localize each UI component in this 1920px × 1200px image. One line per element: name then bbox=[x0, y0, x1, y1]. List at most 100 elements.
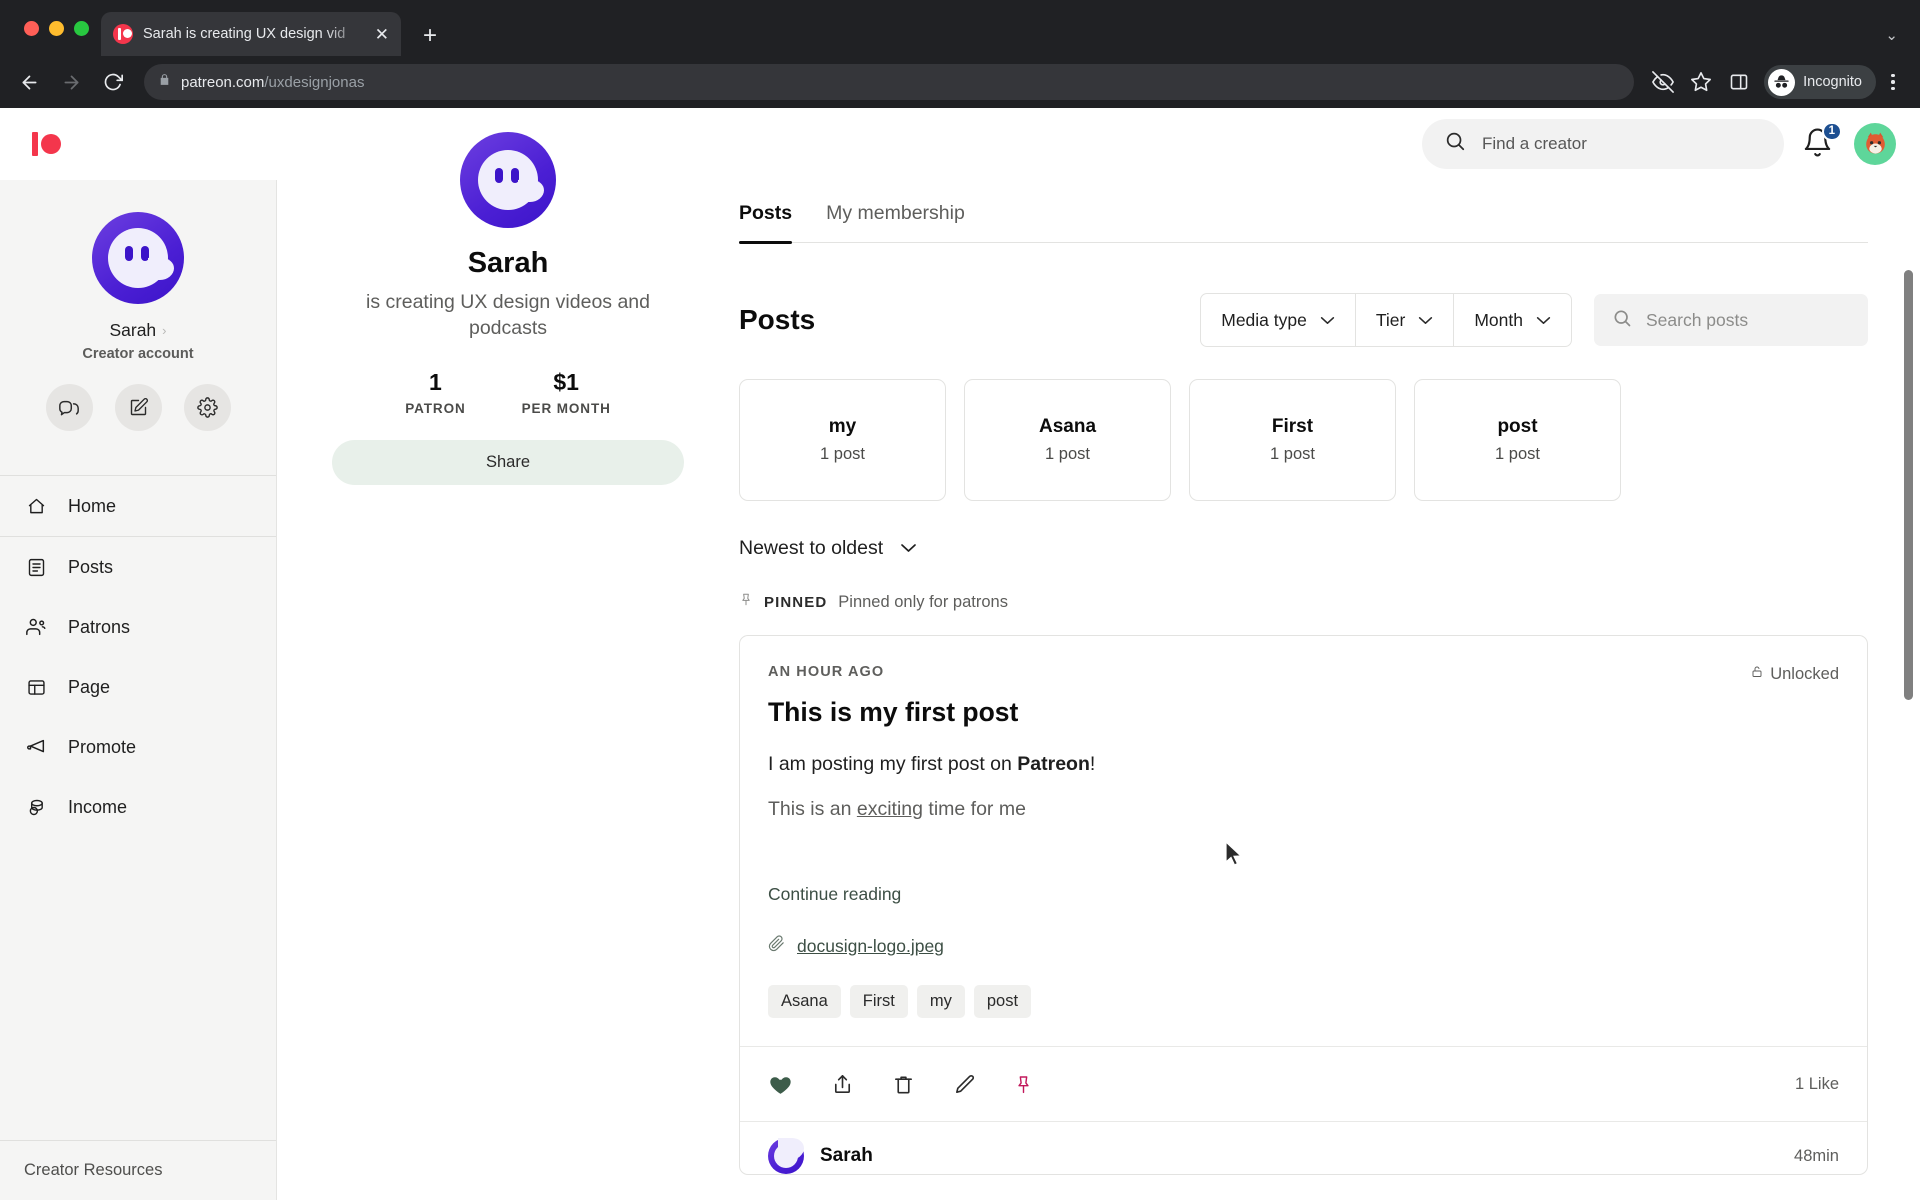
browser-tab[interactable]: Sarah is creating UX design vid ✕ bbox=[101, 12, 401, 56]
creator-search-input[interactable] bbox=[1482, 133, 1762, 154]
sidebar-item-posts[interactable]: Posts bbox=[0, 537, 276, 597]
paperclip-icon bbox=[768, 935, 785, 957]
comment-author[interactable]: Sarah bbox=[820, 1145, 873, 1167]
tag-card[interactable]: Asana 1 post bbox=[964, 379, 1171, 501]
filter-media-type[interactable]: Media type bbox=[1201, 294, 1356, 346]
post-p1-bold: Patreon bbox=[1017, 753, 1090, 775]
tag-chip[interactable]: Asana bbox=[768, 985, 841, 1018]
delete-button[interactable] bbox=[892, 1073, 915, 1096]
back-button[interactable] bbox=[10, 63, 48, 101]
gear-icon[interactable] bbox=[183, 384, 231, 431]
home-icon bbox=[24, 496, 48, 517]
tag-card[interactable]: First 1 post bbox=[1189, 379, 1396, 501]
filter-tier[interactable]: Tier bbox=[1356, 294, 1455, 346]
side-panel-icon[interactable] bbox=[1722, 65, 1756, 99]
scrollbar-thumb[interactable] bbox=[1904, 270, 1913, 700]
scrollbar[interactable] bbox=[1904, 108, 1916, 1128]
edit-button[interactable] bbox=[953, 1073, 976, 1096]
search-posts-input[interactable] bbox=[1646, 309, 1850, 331]
sidebar-item-promote[interactable]: Promote bbox=[0, 717, 276, 777]
filters: Media type Tier Month bbox=[1200, 293, 1868, 347]
post-timestamp: AN HOUR AGO bbox=[768, 664, 885, 680]
megaphone-icon bbox=[24, 736, 48, 758]
pinned-note: Pinned only for patrons bbox=[838, 592, 1008, 611]
main-content: Posts My membership Posts Media type Tie… bbox=[739, 180, 1920, 1200]
notifications-button[interactable]: 1 bbox=[1802, 121, 1842, 161]
share-button[interactable]: Share bbox=[332, 439, 684, 485]
app-body: Sarah › Creator account Home Posts Patro… bbox=[0, 132, 1920, 1200]
close-window-button[interactable] bbox=[24, 20, 39, 36]
tag-chip[interactable]: First bbox=[849, 985, 908, 1018]
chevron-down-icon bbox=[1418, 313, 1433, 328]
profile-button[interactable]: Incognito bbox=[1764, 65, 1876, 99]
unlock-icon bbox=[1751, 664, 1763, 684]
tag-card[interactable]: my 1 post bbox=[739, 379, 946, 501]
tab-posts[interactable]: Posts bbox=[739, 202, 793, 244]
creator-resources-link[interactable]: Creator Resources bbox=[24, 1161, 162, 1180]
address-bar[interactable]: patreon.com/uxdesignjonas bbox=[144, 64, 1635, 100]
comment-timestamp: 48min bbox=[1794, 1146, 1839, 1165]
sidebar-item-page[interactable]: Page bbox=[0, 657, 276, 717]
unpin-button[interactable] bbox=[1014, 1073, 1033, 1096]
creator-search[interactable] bbox=[1422, 118, 1784, 169]
attachment-link[interactable]: docusign-logo.jpeg bbox=[797, 936, 944, 957]
forward-button[interactable] bbox=[52, 63, 90, 101]
pin-icon bbox=[739, 591, 753, 613]
like-button[interactable] bbox=[768, 1072, 793, 1097]
new-tab-button[interactable]: + bbox=[423, 24, 437, 48]
top-navigation: 1 bbox=[0, 108, 1920, 180]
eye-off-icon[interactable] bbox=[1646, 65, 1680, 99]
search-icon bbox=[1612, 308, 1632, 333]
sidebar-item-income[interactable]: Income bbox=[0, 777, 276, 837]
minimize-window-button[interactable] bbox=[49, 20, 64, 36]
post-title[interactable]: This is my first post bbox=[768, 697, 1839, 728]
search-posts[interactable] bbox=[1594, 294, 1868, 346]
url-domain: patreon.com bbox=[181, 73, 265, 91]
share-button[interactable] bbox=[831, 1073, 854, 1096]
tag-cards: my 1 post Asana 1 post First 1 post post… bbox=[739, 379, 1868, 501]
comment-row: Sarah 48min bbox=[740, 1121, 1867, 1174]
maximize-window-button[interactable] bbox=[74, 20, 89, 36]
compose-button[interactable] bbox=[114, 384, 162, 431]
filter-month[interactable]: Month bbox=[1454, 294, 1571, 346]
chevron-down-icon[interactable]: ⌄ bbox=[1885, 26, 1898, 44]
post-inline-link[interactable]: exciting bbox=[857, 798, 923, 820]
continue-reading-link[interactable]: Continue reading bbox=[768, 884, 1839, 905]
tab-title: Sarah is creating UX design vid bbox=[143, 26, 346, 42]
tag-card-title: my bbox=[828, 416, 857, 437]
tag-card[interactable]: post 1 post bbox=[1414, 379, 1621, 501]
tag-chip[interactable]: my bbox=[916, 985, 965, 1018]
creator-avatar[interactable] bbox=[460, 132, 556, 228]
incognito-icon bbox=[1768, 68, 1796, 96]
sidebar-account-switcher[interactable]: Sarah › bbox=[0, 320, 276, 341]
sidebar-item-patrons[interactable]: Patrons bbox=[0, 597, 276, 657]
sort-selector[interactable]: Newest to oldest bbox=[739, 537, 917, 560]
patreon-logo-icon[interactable] bbox=[32, 131, 84, 156]
post-p2-pre: This is an bbox=[768, 798, 857, 820]
star-icon[interactable] bbox=[1684, 65, 1718, 99]
sidebar-quick-actions bbox=[0, 384, 276, 431]
tag-chip[interactable]: post bbox=[973, 985, 1032, 1018]
lock-status-label: Unlocked bbox=[1770, 664, 1839, 683]
document-icon bbox=[24, 557, 48, 578]
close-icon[interactable]: ✕ bbox=[375, 26, 389, 43]
patreon-app: 1 bbox=[0, 108, 1920, 1200]
avatar[interactable] bbox=[1854, 122, 1896, 165]
tab-my-membership[interactable]: My membership bbox=[826, 202, 965, 243]
url-text: patreon.com/uxdesignjonas bbox=[181, 74, 364, 91]
tab-strip: Sarah is creating UX design vid ✕ + ⌄ bbox=[0, 0, 1920, 56]
post-body: AN HOUR AGO Unlocked This is my first po… bbox=[740, 636, 1867, 1046]
tag-card-count: 1 post bbox=[1495, 445, 1540, 463]
reload-button[interactable] bbox=[94, 63, 132, 101]
ghost-avatar[interactable] bbox=[768, 1138, 804, 1174]
kebab-menu-icon[interactable] bbox=[1880, 73, 1906, 91]
profile-label: Incognito bbox=[1803, 74, 1862, 90]
messages-button[interactable] bbox=[45, 384, 93, 431]
sidebar-footer: Creator Resources bbox=[0, 1140, 276, 1200]
sidebar-item-home[interactable]: Home bbox=[0, 476, 276, 536]
chevron-down-icon bbox=[900, 540, 917, 558]
sidebar-item-label: Promote bbox=[68, 736, 137, 757]
post-paragraph-2: This is an exciting time for me bbox=[768, 798, 1839, 821]
ghost-avatar[interactable] bbox=[92, 212, 184, 304]
patreon-favicon-icon bbox=[113, 24, 133, 44]
